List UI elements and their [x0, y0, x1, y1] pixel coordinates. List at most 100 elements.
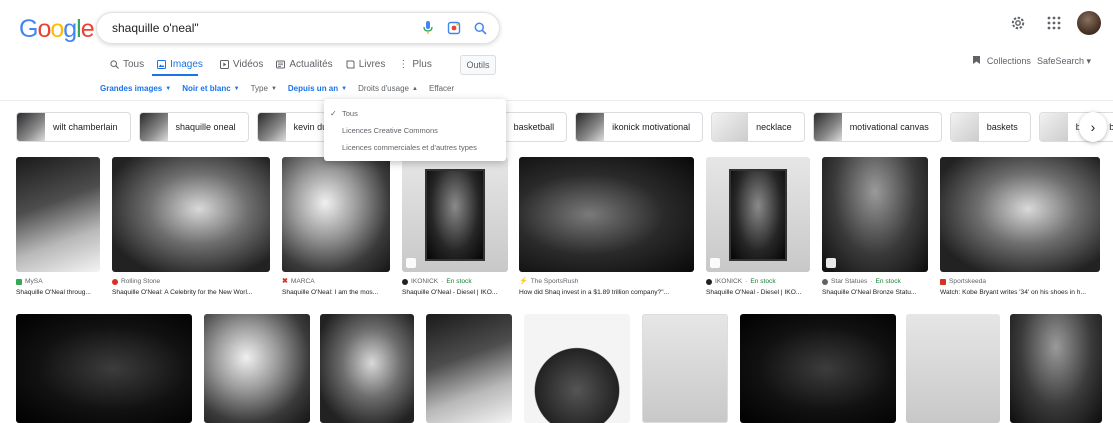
result-source[interactable]: Rolling Stone	[112, 276, 272, 287]
result-image[interactable]	[204, 314, 310, 423]
filter-color[interactable]: Noir et blanc ▼	[182, 84, 239, 93]
result-source[interactable]: IKONICK · En stock	[706, 276, 812, 287]
result-meta: MySA Shaquille O'Neal throug...	[16, 276, 106, 298]
site-favicon-icon	[402, 278, 408, 285]
result-image[interactable]	[402, 157, 508, 272]
site-favicon-icon	[822, 278, 828, 285]
result-source[interactable]: ⚡ The SportsRush	[519, 276, 697, 287]
tab-images[interactable]: Images	[157, 55, 207, 73]
result-source[interactable]: Star Statues · En stock	[822, 276, 930, 287]
apps-grid-icon[interactable]	[1041, 10, 1067, 36]
result-image[interactable]	[706, 157, 810, 272]
result-image[interactable]	[16, 314, 192, 423]
result-meta: Sportskeeda Watch: Kobe Bryant writes '3…	[940, 276, 1103, 298]
camera-icon[interactable]	[443, 17, 465, 39]
related-chips: wilt chamberlain shaquille oneal kevin d…	[16, 112, 1113, 142]
collections-link[interactable]: Collections	[987, 56, 1031, 66]
result-image[interactable]	[112, 157, 270, 272]
image-icon	[157, 59, 167, 69]
chip-thumbnail	[257, 113, 286, 141]
search-tabs: Tous Images Vidéos Actualités Livres ⋮ P…	[110, 55, 432, 73]
result-caption[interactable]: Watch: Kobe Bryant writes '34' on his sh…	[940, 287, 1103, 298]
search-icon[interactable]	[469, 17, 491, 39]
chip-ikonick-motivational[interactable]: ikonick motivational	[575, 112, 704, 142]
result-image[interactable]	[320, 314, 414, 423]
account-avatar[interactable]	[1077, 11, 1101, 35]
news-icon	[276, 60, 286, 68]
tab-label: Images	[170, 58, 203, 70]
search-input[interactable]: shaquille o'neal"	[112, 21, 417, 35]
result-image[interactable]	[906, 314, 1000, 423]
poster-artwork	[425, 168, 485, 261]
result-image[interactable]	[822, 157, 928, 272]
tab-news[interactable]: Actualités	[276, 55, 333, 73]
result-image[interactable]	[282, 157, 390, 272]
active-tab-indicator	[152, 74, 198, 76]
chip-motivational-canvas[interactable]: motivational canvas	[812, 112, 942, 142]
filter-clear[interactable]: Effacer	[429, 84, 454, 93]
more-vert-icon: ⋮	[398, 58, 409, 70]
result-caption[interactable]: Shaquille O'Neal - Diesel | IKO...	[402, 287, 510, 298]
site-favicon-icon	[706, 278, 712, 285]
microphone-icon[interactable]	[417, 17, 439, 39]
product-badge-icon	[826, 258, 836, 268]
filter-bar: Grandes images ▼ Noir et blanc ▼ Type ▼ Dep…	[100, 84, 454, 93]
tab-more[interactable]: ⋮ Plus	[398, 55, 431, 73]
settings-gear-icon[interactable]	[1005, 10, 1031, 36]
result-caption[interactable]: How did Shaq invest in a $1.89 trillion …	[519, 287, 697, 298]
filter-time[interactable]: Depuis un an ▼	[288, 84, 347, 93]
chip-thumbnail	[17, 113, 45, 141]
site-favicon-icon	[940, 278, 946, 285]
tab-books[interactable]: Livres	[346, 55, 386, 73]
chevron-right-icon[interactable]: ›	[1079, 112, 1107, 142]
chip-necklace[interactable]: necklace	[711, 112, 805, 142]
poster-artwork	[728, 168, 788, 261]
result-image[interactable]	[16, 157, 100, 272]
result-image[interactable]	[642, 314, 728, 423]
tab-label: Actualités	[289, 58, 333, 70]
safesearch-dropdown[interactable]: SafeSearch ▾	[1037, 56, 1091, 67]
result-meta: ⚡ The SportsRush How did Shaq invest in a…	[519, 276, 697, 298]
result-image[interactable]	[524, 314, 630, 423]
filter-type[interactable]: Type ▼	[251, 84, 277, 93]
result-image[interactable]	[519, 157, 694, 272]
chip-thumbnail	[712, 113, 749, 141]
search-box[interactable]: shaquille o'neal"	[96, 12, 500, 44]
chip-thumbnail	[576, 113, 605, 141]
result-caption[interactable]: Shaquille O'Neal throug...	[16, 287, 106, 298]
chip-thumbnail	[1039, 113, 1068, 141]
tab-videos[interactable]: Vidéos	[219, 55, 263, 73]
chip-wilt-chamberlain[interactable]: wilt chamberlain	[16, 112, 131, 142]
result-image[interactable]	[1010, 314, 1102, 423]
result-source[interactable]: MySA	[16, 276, 106, 287]
result-caption[interactable]: Shaquille O'Neal: I am the mos...	[282, 287, 392, 298]
result-caption[interactable]: Shaquille O'Neal Bronze Statu...	[822, 287, 930, 298]
caret-down-icon: ▼	[270, 85, 277, 92]
filter-usage-rights[interactable]: Droits d'usage ▲	[358, 84, 418, 93]
result-caption[interactable]: Shaquille O'Neal: A Celebrity for the Ne…	[112, 287, 272, 298]
result-image[interactable]	[740, 314, 896, 423]
site-favicon-icon	[16, 278, 22, 285]
result-source[interactable]: Sportskeeda	[940, 276, 1103, 287]
tools-button[interactable]: Outils	[460, 55, 496, 75]
chip-shaquille-oneal[interactable]: shaquille oneal	[138, 112, 249, 142]
product-badge-icon	[406, 258, 416, 268]
video-icon	[219, 59, 229, 69]
result-meta: IKONICK · En stock Shaquille O'Neal - Dies…	[706, 276, 812, 298]
filter-size[interactable]: Grandes images ▼	[100, 84, 171, 93]
tab-label: Livres	[358, 58, 386, 70]
tab-all[interactable]: Tous	[110, 55, 144, 73]
usage-rights-option-commercial[interactable]: Licences commerciales et d'autres types	[324, 139, 506, 156]
result-caption[interactable]: Shaquille O'Neal - Diesel | IKO...	[706, 287, 812, 298]
chip-thumbnail	[813, 113, 842, 141]
search-icon	[110, 59, 119, 69]
result-source[interactable]: ✖ MARCA	[282, 276, 392, 287]
chip-baskets[interactable]: baskets	[949, 112, 1031, 142]
usage-rights-option-creative-commons[interactable]: Licences Creative Commons	[324, 122, 506, 139]
result-image[interactable]	[426, 314, 512, 423]
result-image[interactable]	[940, 157, 1100, 272]
site-favicon-icon	[112, 278, 118, 285]
google-logo[interactable]: Google	[19, 14, 95, 44]
usage-rights-option-all[interactable]: Tous	[324, 105, 506, 122]
result-source[interactable]: IKONICK · En stock	[402, 276, 510, 287]
